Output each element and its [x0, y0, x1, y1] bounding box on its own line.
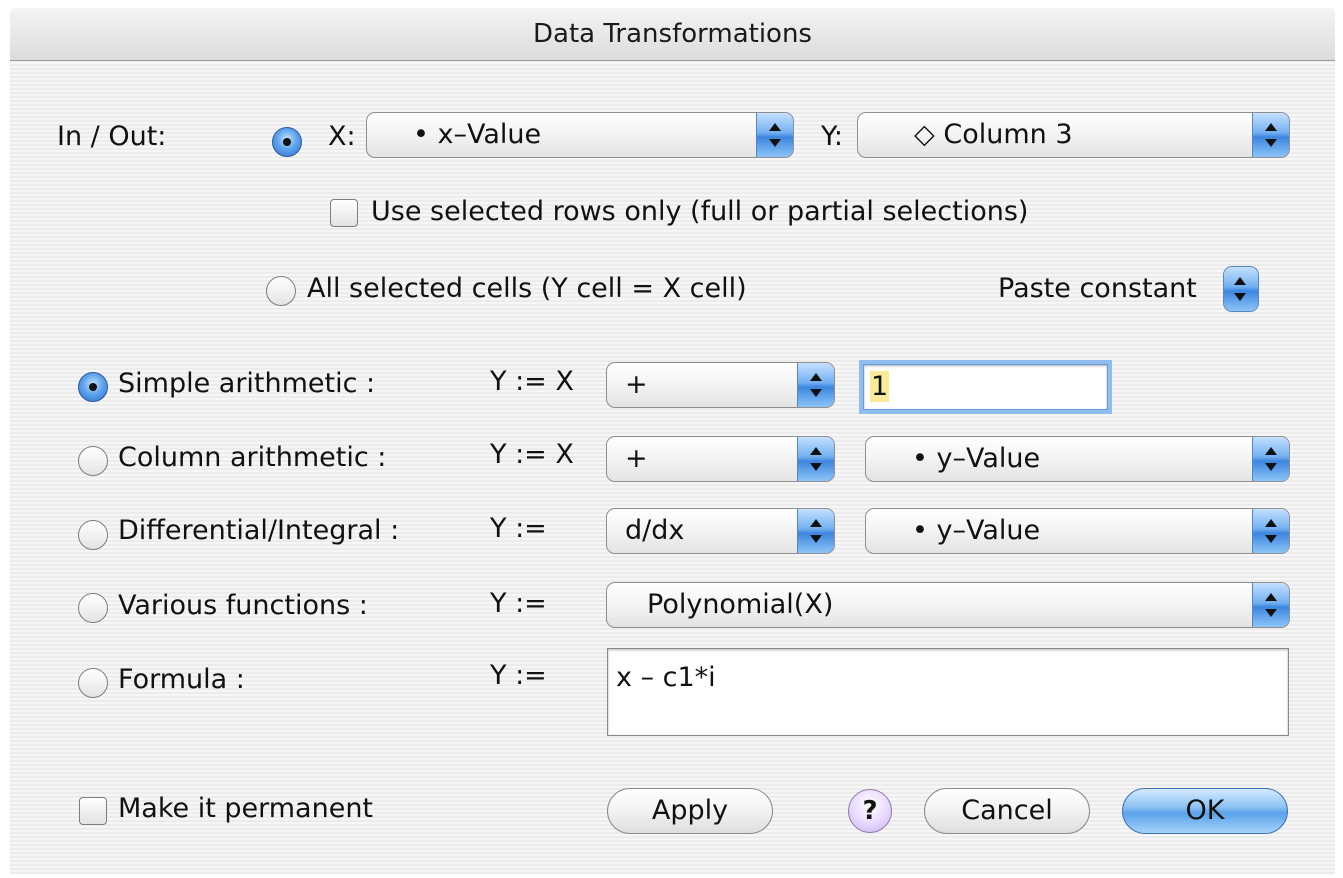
- all-selected-cells-label: All selected cells (Y cell = X cell): [307, 273, 747, 304]
- x-label: X:: [328, 121, 356, 152]
- differential-expr-label: Y :=: [490, 513, 547, 544]
- popup-arrows-icon: [1252, 113, 1289, 157]
- paste-constant-popup[interactable]: [1223, 266, 1259, 312]
- formula-text: x – c1*i: [616, 662, 716, 693]
- simple-arithmetic-radio[interactable]: [78, 372, 108, 402]
- simple-arithmetic-label: Simple arithmetic :: [118, 368, 376, 399]
- various-functions-radio[interactable]: [78, 593, 108, 623]
- formula-label: Formula :: [118, 664, 245, 695]
- x-column-popup[interactable]: • x–Value: [366, 112, 794, 158]
- formula-radio[interactable]: [78, 668, 108, 698]
- in-out-radio[interactable]: [272, 127, 302, 157]
- column-source-value: • y–Value: [912, 443, 1041, 474]
- popup-arrows-icon: [1252, 509, 1289, 553]
- simple-operator-popup[interactable]: +: [606, 362, 835, 408]
- various-functions-label: Various functions :: [118, 590, 368, 621]
- y-column-value: ◇ Column 3: [914, 119, 1073, 150]
- various-function-popup[interactable]: Polynomial(X): [606, 582, 1290, 628]
- column-expr-label: Y := X: [490, 439, 574, 470]
- y-column-popup[interactable]: ◇ Column 3: [857, 112, 1290, 158]
- column-operator-value: +: [625, 443, 648, 474]
- help-button[interactable]: ?: [848, 789, 892, 833]
- popup-arrows-icon: [797, 509, 834, 553]
- column-arithmetic-label: Column arithmetic :: [118, 442, 387, 473]
- x-column-value: • x–Value: [413, 119, 542, 150]
- differential-integral-radio[interactable]: [78, 520, 108, 550]
- make-permanent-checkbox[interactable]: [79, 797, 107, 825]
- popup-arrows-icon: [797, 437, 834, 481]
- y-label: Y:: [821, 121, 844, 152]
- ok-button[interactable]: OK: [1122, 788, 1288, 834]
- differential-operator-popup[interactable]: d/dx: [606, 508, 835, 554]
- use-selected-rows-checkbox[interactable]: [330, 199, 358, 227]
- apply-button[interactable]: Apply: [607, 788, 773, 834]
- simple-value-field[interactable]: 1: [863, 364, 1108, 410]
- simple-value-text: 1: [870, 371, 890, 402]
- all-selected-cells-radio[interactable]: [266, 276, 296, 306]
- differential-integral-label: Differential/Integral :: [118, 515, 400, 546]
- popup-arrows-icon: [1224, 267, 1258, 311]
- dialog-window: Data Transformations In / Out: X: • x–Va…: [10, 8, 1335, 874]
- formula-textarea[interactable]: x – c1*i: [607, 648, 1289, 736]
- cancel-button[interactable]: Cancel: [924, 788, 1090, 834]
- column-arithmetic-radio[interactable]: [78, 446, 108, 476]
- differential-source-popup[interactable]: • y–Value: [865, 508, 1290, 554]
- use-selected-rows-label: Use selected rows only (full or partial …: [371, 196, 1029, 227]
- make-permanent-label: Make it permanent: [118, 793, 374, 824]
- column-source-popup[interactable]: • y–Value: [865, 436, 1290, 482]
- dialog-title: Data Transformations: [10, 8, 1335, 61]
- various-expr-label: Y :=: [490, 588, 547, 619]
- column-operator-popup[interactable]: +: [606, 436, 835, 482]
- simple-expr-label: Y := X: [490, 366, 574, 397]
- simple-operator-value: +: [625, 369, 648, 400]
- popup-arrows-icon: [756, 113, 793, 157]
- popup-arrows-icon: [1252, 583, 1289, 627]
- paste-constant-label: Paste constant: [998, 273, 1197, 304]
- differential-operator-value: d/dx: [625, 515, 685, 546]
- in-out-label: In / Out:: [57, 121, 167, 152]
- various-function-value: Polynomial(X): [647, 589, 834, 620]
- differential-source-value: • y–Value: [912, 515, 1041, 546]
- popup-arrows-icon: [1252, 437, 1289, 481]
- formula-expr-label: Y :=: [490, 660, 547, 691]
- popup-arrows-icon: [797, 363, 834, 407]
